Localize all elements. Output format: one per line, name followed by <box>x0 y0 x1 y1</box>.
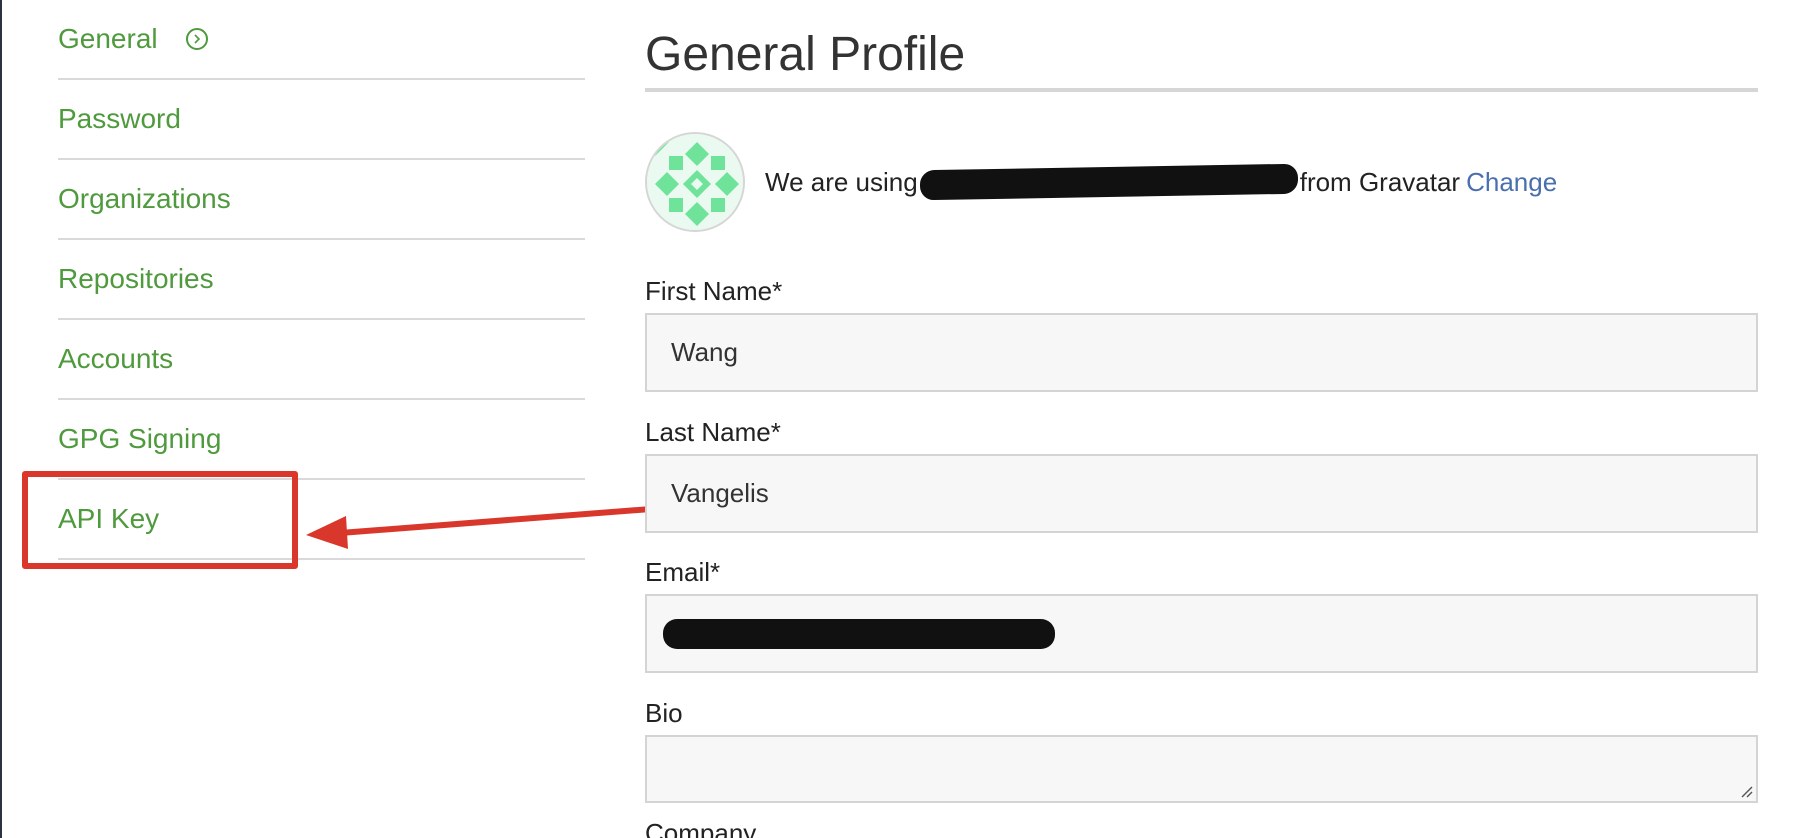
sidebar-item-general[interactable]: General <box>58 0 585 80</box>
sidebar-item-accounts[interactable]: Accounts <box>58 320 585 400</box>
last-name-label: Last Name* <box>645 417 781 447</box>
page-title: General Profile <box>645 0 1758 92</box>
settings-page: General Password Organizations Repositor… <box>0 0 1814 838</box>
sidebar-item-gpg-signing[interactable]: GPG Signing <box>58 400 585 480</box>
first-name-value: Wang <box>671 337 738 367</box>
resize-handle-icon[interactable] <box>1740 785 1754 799</box>
sidebar-item-label: Accounts <box>58 343 174 374</box>
first-name-label: First Name* <box>645 276 783 306</box>
chevron-right-circle-icon <box>185 28 208 50</box>
redaction-mark <box>919 163 1298 201</box>
bio-textarea[interactable] <box>645 735 1758 803</box>
email-field[interactable] <box>645 594 1758 673</box>
sidebar-item-label: Organizations <box>58 183 231 214</box>
bio-label: Bio <box>645 698 683 728</box>
sidebar-item-label: Password <box>58 103 181 134</box>
redaction-mark <box>663 618 1055 649</box>
gravatar-row: We are using from Gravatar Change <box>645 132 1758 232</box>
sidebar-item-password[interactable]: Password <box>58 80 585 160</box>
sidebar-item-label: GPG Signing <box>58 423 222 454</box>
first-name-field[interactable]: Wang <box>645 313 1758 392</box>
window-edge <box>0 0 2 838</box>
sidebar-item-label: Repositories <box>58 263 214 294</box>
sidebar-item-repositories[interactable]: Repositories <box>58 240 585 320</box>
profile-form: General Profile We are using from Gravat… <box>645 0 1758 838</box>
avatar <box>645 132 745 232</box>
sidebar-item-label: General <box>58 23 158 54</box>
sidebar-item-organizations[interactable]: Organizations <box>58 160 585 240</box>
company-label: Company <box>645 818 757 838</box>
email-label: Email* <box>645 557 721 587</box>
gravatar-prefix: We are using <box>765 166 918 197</box>
annotation-highlight-box <box>22 471 298 569</box>
last-name-value: Vangelis <box>671 478 769 508</box>
gravatar-suffix: from Gravatar <box>1299 166 1461 197</box>
change-avatar-link[interactable]: Change <box>1466 167 1557 198</box>
last-name-field[interactable]: Vangelis <box>645 454 1758 533</box>
gravatar-notice: We are using from Gravatar Change <box>765 163 1557 201</box>
